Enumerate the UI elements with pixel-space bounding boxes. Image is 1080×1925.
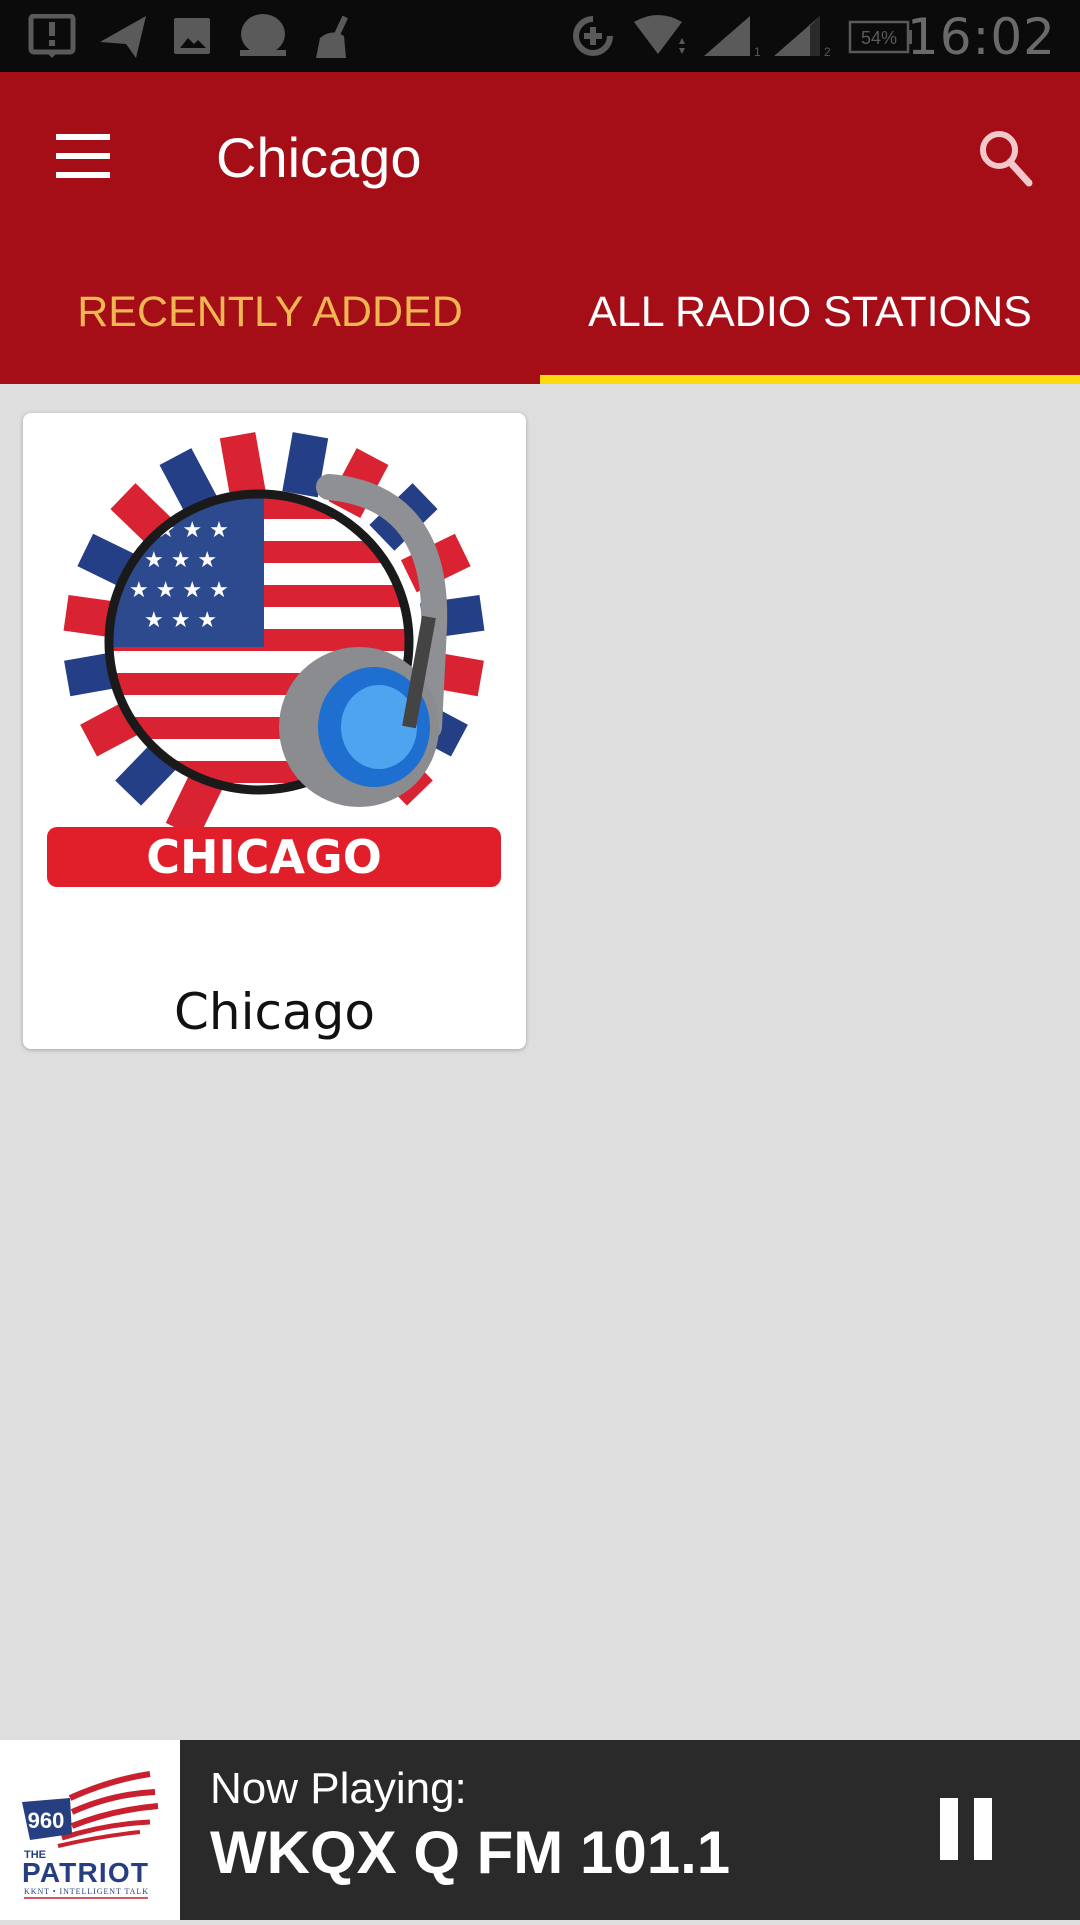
- tab-all-radio-stations[interactable]: ALL RADIO STATIONS: [540, 276, 1080, 384]
- svg-text:★ ★ ★: ★ ★ ★: [144, 608, 217, 633]
- svg-text:KKNT • INTELLIGENT TALK: KKNT • INTELLIGENT TALK: [24, 1887, 148, 1896]
- active-tab-indicator: [540, 375, 1080, 384]
- svg-text:PATRIOT: PATRIOT: [22, 1857, 148, 1888]
- wifi-icon: [634, 15, 685, 54]
- clock: 16:02: [906, 8, 1056, 66]
- station-logo: 960 THE PATRIOT KKNT • INTELLIGENT TALK: [0, 1740, 180, 1920]
- station-card[interactable]: ★ ★ ★ ★ ★ ★ ★ ★ ★ ★ ★ ★ ★ ★ CHICAGO Chic…: [23, 413, 526, 1049]
- battery-icon: 54%: [848, 20, 912, 54]
- svg-text:54%: 54%: [861, 28, 897, 48]
- image-icon: [174, 18, 210, 54]
- status-bar: 1 2 54% 16:02: [0, 0, 1080, 72]
- station-logo-image: ★ ★ ★ ★ ★ ★ ★ ★ ★ ★ ★ ★ ★ ★ CHICAGO: [47, 432, 501, 887]
- now-playing-bar[interactable]: 960 THE PATRIOT KKNT • INTELLIGENT TALK …: [0, 1740, 1080, 1920]
- svg-text:2: 2: [824, 45, 831, 58]
- page-title: Chicago: [216, 126, 422, 189]
- pause-icon[interactable]: [930, 1795, 1000, 1865]
- data-saver-icon: [573, 16, 613, 56]
- alert-download-icon: [28, 14, 76, 58]
- search-icon[interactable]: [975, 128, 1035, 188]
- patriot-logo-icon: 960 THE PATRIOT KKNT • INTELLIGENT TALK: [22, 1771, 159, 1899]
- cleaner-broom-icon: [316, 15, 348, 58]
- svg-text:1: 1: [754, 45, 761, 58]
- svg-text:CHICAGO: CHICAGO: [146, 830, 382, 884]
- station-name: Chicago: [174, 983, 375, 1041]
- svg-text:★ ★ ★ ★: ★ ★ ★ ★: [129, 578, 229, 603]
- stations-grid: ★ ★ ★ ★ ★ ★ ★ ★ ★ ★ ★ ★ ★ ★ CHICAGO Chic…: [0, 384, 1080, 1740]
- svg-text:960: 960: [28, 1808, 65, 1833]
- tab-recently-added[interactable]: RECENTLY ADDED: [0, 276, 540, 384]
- now-playing-label: Now Playing:: [210, 1764, 467, 1813]
- signal-sim1-icon: 1: [704, 16, 761, 58]
- now-playing-station: WKQX Q FM 101.1: [210, 1819, 731, 1886]
- signal-sim2-icon: 2: [774, 16, 831, 58]
- navigation-icon: [100, 16, 146, 58]
- svg-text:★ ★ ★: ★ ★ ★: [144, 548, 217, 573]
- chat-bubble-icon: [240, 14, 286, 56]
- hamburger-menu-icon[interactable]: [54, 134, 114, 178]
